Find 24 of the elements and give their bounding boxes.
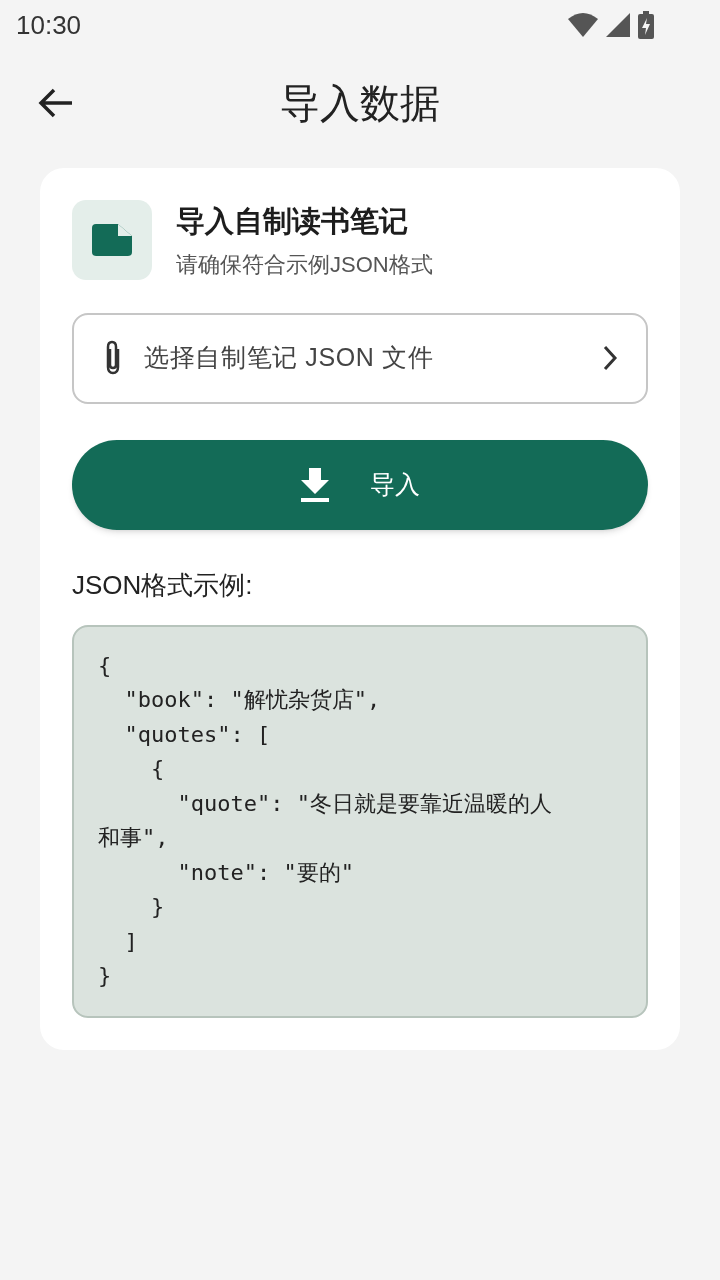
card-title: 导入自制读书笔记 — [176, 204, 409, 239]
code-line: "book": "解忧杂货店", — [123, 686, 382, 714]
chevron-right-icon — [602, 345, 618, 371]
back-arrow-icon — [38, 87, 74, 119]
code-line: "quotes": [ — [123, 720, 272, 749]
page-title: 导入数据 — [280, 80, 440, 127]
code-line: { — [98, 651, 113, 680]
file-picker[interactable]: 选择自制笔记 JSON 文件 — [72, 312, 648, 404]
file-icon — [92, 224, 132, 257]
code-line: { — [149, 755, 166, 783]
download-icon — [300, 467, 330, 502]
example-label: JSON格式示例: — [72, 568, 254, 602]
battery-icon — [638, 11, 654, 39]
code-line: "note": "要的" — [176, 858, 355, 887]
code-line: } — [98, 962, 113, 990]
import-button[interactable]: 导入 — [72, 439, 648, 530]
wifi-icon — [568, 13, 598, 37]
code-line: 和事", — [98, 824, 170, 852]
status-time: 10:30 — [16, 8, 82, 42]
code-line: ] — [123, 927, 139, 956]
code-line: "quote": "冬日就是要靠近温暖的人 — [176, 789, 553, 818]
signal-icon — [606, 13, 630, 37]
card-subtitle: 请确保符合示例JSON格式 — [176, 250, 433, 279]
code-line: } — [149, 893, 166, 921]
